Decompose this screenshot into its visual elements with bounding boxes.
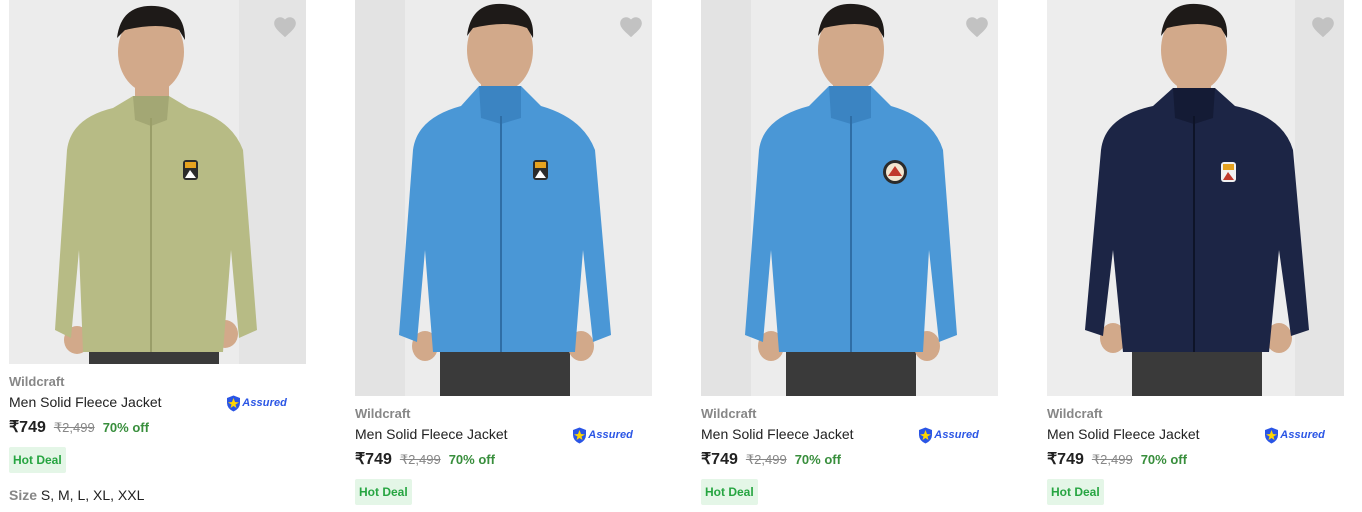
title-row: Men Solid Fleece Jacket Assured (355, 424, 652, 446)
size-values: S, M, L, XL, XXL (40, 487, 145, 503)
assured-label: Assured (242, 397, 287, 409)
discount-label: 70% off (102, 420, 149, 435)
assured-badge: Assured (572, 426, 633, 444)
selling-price: ₹749 (355, 451, 392, 468)
assured-shield-icon (227, 395, 241, 411)
original-price: ₹2,499 (745, 452, 787, 467)
brand-name: Wildcraft (355, 406, 411, 421)
price-row: ₹749 ₹2,499 70% off (701, 449, 998, 473)
product-info: Wildcraft Men Solid Fleece Jacket Assure… (9, 364, 306, 505)
size-label: Size (9, 487, 38, 503)
brand-name: Wildcraft (9, 374, 65, 389)
assured-badge: Assured (226, 394, 287, 412)
brand-name: Wildcraft (1047, 406, 1103, 421)
price-row: ₹749 ₹2,499 70% off (9, 417, 306, 441)
selling-price: ₹749 (701, 451, 738, 468)
heart-icon[interactable] (618, 14, 644, 40)
title-row: Men Solid Fleece Jacket Assured (701, 424, 998, 446)
selling-price: ₹749 (9, 419, 46, 436)
product-card[interactable]: Wildcraft Men Solid Fleece Jacket Assure… (355, 0, 652, 505)
original-price: ₹2,499 (399, 452, 441, 467)
assured-shield-icon (1265, 427, 1279, 443)
assured-label: Assured (934, 429, 979, 441)
discount-label: 70% off (794, 452, 841, 467)
heart-icon[interactable] (272, 14, 298, 40)
product-photo (701, 0, 998, 396)
original-price: ₹2,499 (1091, 452, 1133, 467)
product-photo (355, 0, 652, 396)
assured-label: Assured (1280, 429, 1325, 441)
product-card[interactable]: Wildcraft Men Solid Fleece Jacket Assure… (701, 0, 998, 505)
hot-deal-badge: Hot Deal (701, 479, 758, 505)
product-photo (1047, 0, 1344, 396)
product-info: Wildcraft Men Solid Fleece Jacket Assure… (1047, 396, 1344, 505)
size-info: Size S, M, L, XL, XXL (9, 485, 306, 505)
assured-label: Assured (588, 429, 633, 441)
product-card[interactable]: Wildcraft Men Solid Fleece Jacket Assure… (1047, 0, 1344, 505)
brand-name: Wildcraft (701, 406, 757, 421)
title-row: Men Solid Fleece Jacket Assured (1047, 424, 1344, 446)
hot-deal-badge: Hot Deal (9, 447, 66, 473)
product-image[interactable] (701, 0, 998, 396)
original-price: ₹2,499 (53, 420, 95, 435)
discount-label: 70% off (448, 452, 495, 467)
discount-label: 70% off (1140, 452, 1187, 467)
product-image[interactable] (1047, 0, 1344, 396)
assured-shield-icon (919, 427, 933, 443)
title-row: Men Solid Fleece Jacket Assured (9, 392, 306, 414)
product-card[interactable]: Wildcraft Men Solid Fleece Jacket Assure… (9, 0, 306, 505)
assured-badge: Assured (918, 426, 979, 444)
hot-deal-badge: Hot Deal (355, 479, 412, 505)
product-info: Wildcraft Men Solid Fleece Jacket Assure… (355, 396, 652, 505)
price-row: ₹749 ₹2,499 70% off (355, 449, 652, 473)
assured-shield-icon (573, 427, 587, 443)
assured-badge: Assured (1264, 426, 1325, 444)
selling-price: ₹749 (1047, 451, 1084, 468)
product-image[interactable] (355, 0, 652, 396)
heart-icon[interactable] (1310, 14, 1336, 40)
price-row: ₹749 ₹2,499 70% off (1047, 449, 1344, 473)
product-grid: Wildcraft Men Solid Fleece Jacket Assure… (0, 0, 1362, 512)
product-image[interactable] (9, 0, 306, 364)
product-photo (9, 0, 306, 364)
heart-icon[interactable] (964, 14, 990, 40)
hot-deal-badge: Hot Deal (1047, 479, 1104, 505)
product-info: Wildcraft Men Solid Fleece Jacket Assure… (701, 396, 998, 505)
